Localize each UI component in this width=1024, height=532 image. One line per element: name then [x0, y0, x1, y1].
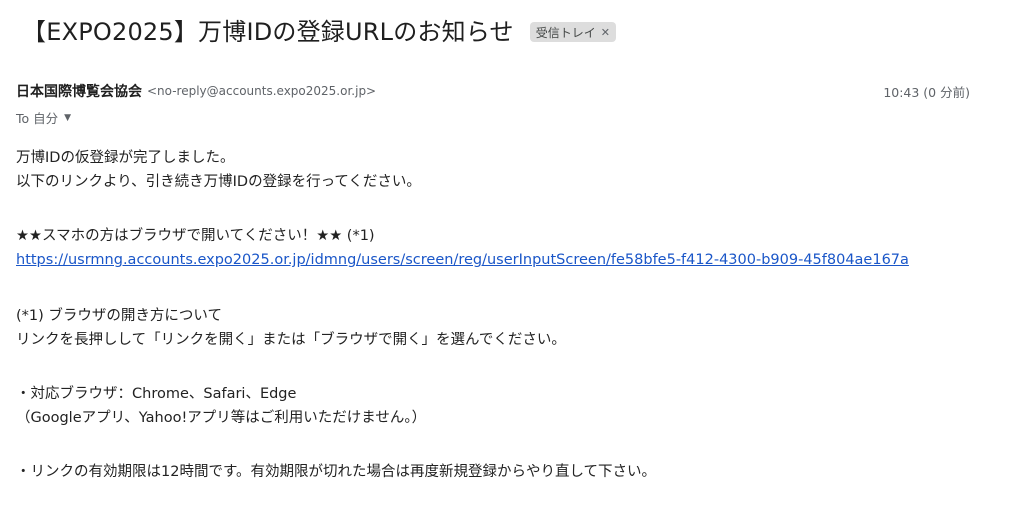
- sender-row: 日本国際博覧会協会 <no-reply@accounts.expo2025.or…: [16, 80, 970, 102]
- body-line: ★★スマホの方はブラウザで開いてください！★★ (*1): [16, 228, 375, 244]
- sender-name[interactable]: 日本国際博覧会協会: [16, 81, 142, 101]
- recipient-label: To 自分: [16, 111, 59, 126]
- body-line: リンクを長押しして「リンクを開く」または「ブラウザで開く」を選んでください。: [16, 332, 566, 348]
- registration-link[interactable]: https://usrmng.accounts.expo2025.or.jp/i…: [16, 252, 909, 268]
- email-view: 【EXPO2025】万博IDの登録URLのお知らせ 受信トレイ ✕ 日本国際博覧…: [0, 0, 1024, 532]
- inbox-label-chip[interactable]: 受信トレイ ✕: [529, 22, 616, 42]
- body-line: 以下のリンクより、引き続き万博IDの登録を行ってください。: [16, 174, 421, 190]
- email-body: 万博IDの仮登録が完了しました。 以下のリンクより、引き続き万博IDの登録を行っ…: [16, 146, 994, 484]
- body-line: ・リンクの有効期限は12時間です。有効期限が切れた場合は再度新規登録からやり直し…: [16, 464, 657, 480]
- email-subject: 【EXPO2025】万博IDの登録URLのお知らせ: [22, 18, 514, 46]
- label-chip-text: 受信トレイ: [535, 25, 596, 40]
- email-timestamp: 10:43 (0 分前): [883, 84, 970, 100]
- body-line: 万博IDの仮登録が完了しました。: [16, 150, 235, 166]
- body-line: (*1) ブラウザの開き方について: [16, 308, 222, 324]
- body-line: ・対応ブラウザ：Chrome、Safari、Edge: [16, 386, 297, 402]
- close-icon[interactable]: ✕: [601, 26, 610, 39]
- subject-row: 【EXPO2025】万博IDの登録URLのお知らせ 受信トレイ ✕: [22, 14, 616, 50]
- sender-email: <no-reply@accounts.expo2025.or.jp>: [147, 84, 377, 98]
- chevron-down-icon[interactable]: ▼: [64, 113, 71, 123]
- recipient-row: To 自分 ▼: [16, 108, 71, 127]
- body-line: （Googleアプリ、Yahoo!アプリ等はご利用いただけません。）: [16, 410, 427, 426]
